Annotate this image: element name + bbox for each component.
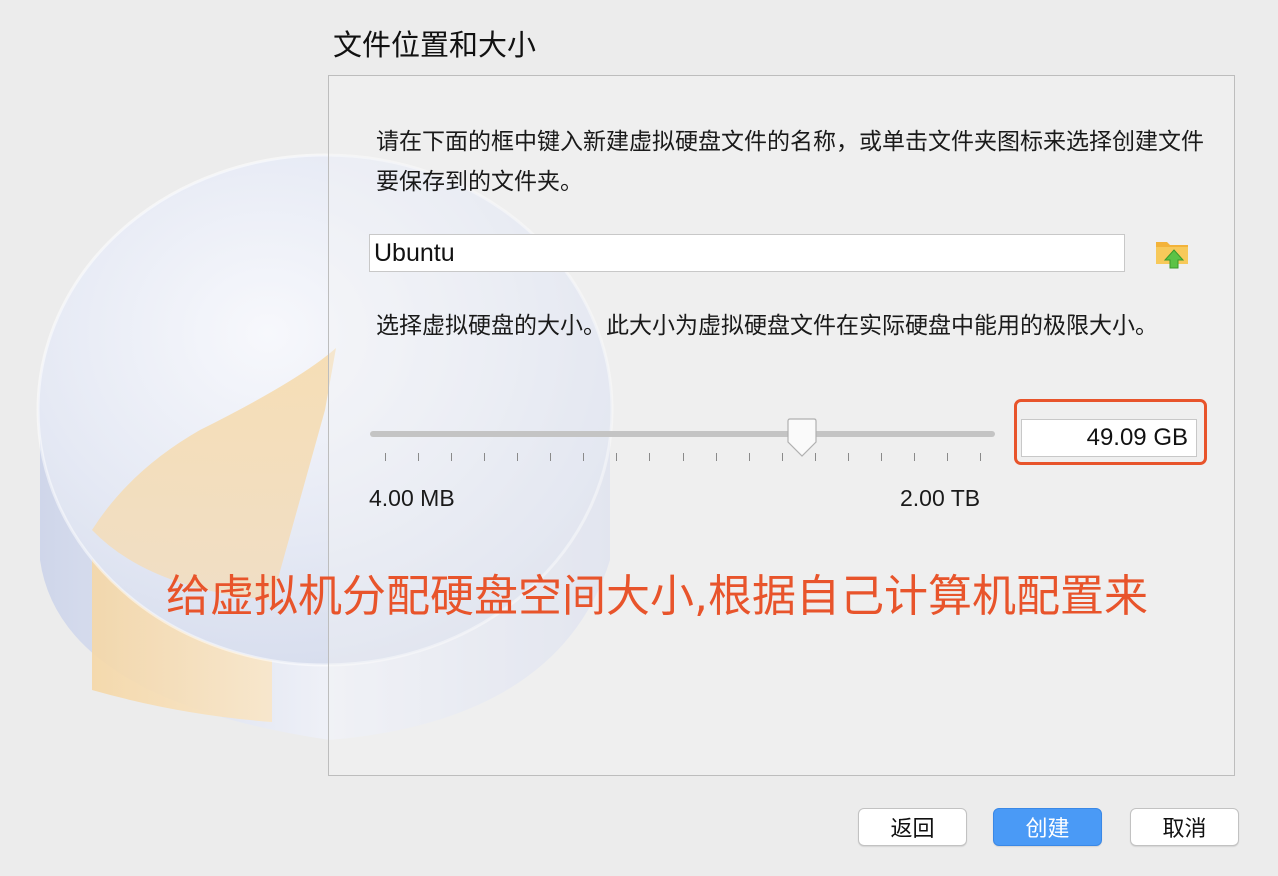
- slider-min-label: 4.00 MB: [369, 485, 455, 511]
- slider-tick: [649, 453, 651, 461]
- slider-tick: [385, 453, 386, 461]
- slider-tick: [583, 453, 585, 461]
- slider-tick: [715, 453, 717, 461]
- slider-tick: [682, 453, 684, 461]
- slider-tick: [781, 453, 783, 461]
- size-slider[interactable]: [370, 416, 995, 466]
- slider-tick: [980, 453, 981, 461]
- slider-track[interactable]: [370, 431, 995, 437]
- back-button[interactable]: 返回: [858, 808, 967, 846]
- file-name-input[interactable]: [369, 234, 1125, 272]
- slider-tick: [847, 453, 849, 461]
- slider-thumb[interactable]: [785, 418, 819, 458]
- page-title: 文件位置和大小: [333, 28, 537, 62]
- slider-tick: [913, 453, 915, 461]
- slider-tick: [946, 453, 948, 461]
- slider-tick: [517, 453, 519, 461]
- slider-tick: [418, 453, 420, 461]
- slider-tick: [616, 453, 618, 461]
- slider-tick: [550, 453, 552, 461]
- folder-up-arrow-icon: [1156, 242, 1188, 269]
- slider-tick: [814, 453, 816, 461]
- size-description: 选择虚拟硬盘的大小。此大小为虚拟硬盘文件在实际硬盘中能用的极限大小。: [376, 313, 1158, 339]
- slider-tick: [451, 453, 453, 461]
- slider-tick: [484, 453, 486, 461]
- cancel-button[interactable]: 取消: [1130, 808, 1239, 846]
- create-button[interactable]: 创建: [993, 808, 1102, 846]
- annotation-text: 给虚拟机分配硬盘空间大小,根据自己计算机配置来: [166, 571, 1148, 622]
- slider-tick: [880, 453, 882, 461]
- location-description: 请在下面的框中键入新建虚拟硬盘文件的名称，或单击文件夹图标来选择创建文件要保存到…: [376, 129, 1204, 195]
- size-highlight-box: [1014, 399, 1207, 465]
- slider-max-label: 2.00 TB: [900, 485, 981, 511]
- choose-folder-button[interactable]: [1152, 232, 1194, 274]
- slider-tick: [748, 453, 750, 461]
